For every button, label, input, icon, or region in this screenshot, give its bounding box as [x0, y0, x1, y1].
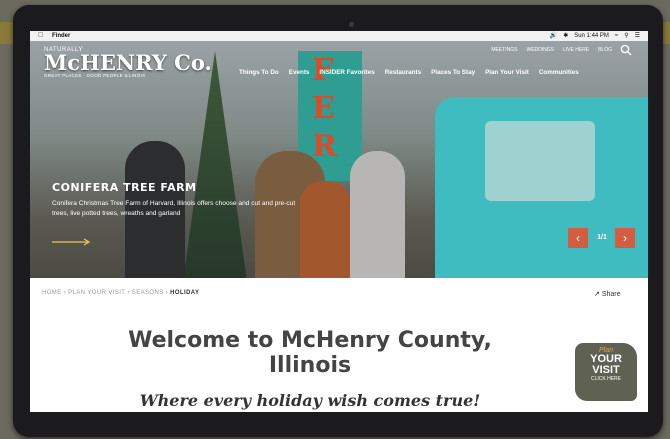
- search-icon[interactable]: [620, 44, 632, 56]
- utility-nav-meetings[interactable]: MEETINGS: [491, 47, 517, 53]
- nav-events[interactable]: Events: [289, 69, 310, 76]
- camera-dot: [349, 22, 354, 27]
- hero-description: Conifera Christmas Tree Farm of Harvard,…: [52, 200, 296, 217]
- background-bar-left: [0, 22, 14, 44]
- slider-counter: 1/1: [597, 234, 607, 241]
- menubar-status: 🔊 ✱ Sun 1:44 PM ≈ ⚲ ☰: [550, 31, 640, 41]
- nav-things-to-do[interactable]: Things To Do: [239, 69, 279, 76]
- page-title: Welcome to McHenry County, Illinois: [100, 328, 520, 378]
- mac-menubar:  Finder 🔊 ✱ Sun 1:44 PM ≈ ⚲ ☰: [30, 31, 648, 41]
- share-label: Share: [601, 291, 621, 298]
- badge-click-here: CLICK HERE: [590, 376, 621, 382]
- nav-restaurants[interactable]: Restaurants: [385, 69, 421, 76]
- slider-prev-button[interactable]: ‹: [568, 228, 588, 248]
- menubar-clock[interactable]: Sun 1:44 PM: [574, 31, 609, 41]
- plan-your-visit-badge[interactable]: Plan YOUR VISIT CLICK HERE: [575, 343, 637, 401]
- nav-communities[interactable]: Communities: [539, 69, 579, 76]
- logo-mchenry: McHENRY Co.: [44, 50, 212, 75]
- page-tagline: Where every holiday wish comes true!: [139, 391, 481, 410]
- nav-plan-your-visit[interactable]: Plan Your Visit: [485, 69, 529, 76]
- badge-visit: VISIT: [592, 364, 620, 376]
- apple-icon[interactable]: : [38, 31, 43, 41]
- hero-slider: F E R NATURALLY McHENRY Co. GREAT PLACES…: [30, 41, 648, 278]
- share-button[interactable]: ↗ Share: [594, 290, 621, 298]
- breadcrumb-trail[interactable]: HOME › PLAN YOUR VISIT › SEASONS ›: [42, 290, 170, 296]
- logo-tagline: GREAT PLACES · GOOD PEOPLE: [44, 73, 123, 78]
- share-icon: ↗: [594, 291, 600, 298]
- nav-insider-favorites[interactable]: INSIDER Favorites: [319, 69, 374, 76]
- page-title-line1: Welcome to McHenry County,: [128, 328, 492, 353]
- utility-nav-blog[interactable]: BLOG: [598, 47, 612, 53]
- menubar-app-name[interactable]: Finder: [52, 31, 70, 41]
- spotlight-icon[interactable]: ⚲: [624, 31, 628, 41]
- breadcrumb: HOME › PLAN YOUR VISIT › SEASONS › HOLID…: [42, 290, 199, 296]
- hero-person: [350, 151, 405, 278]
- menu-list-icon[interactable]: ☰: [635, 31, 640, 41]
- volume-icon[interactable]: 🔊: [550, 31, 557, 41]
- site-logo[interactable]: NATURALLY McHENRY Co. GREAT PLACES · GOO…: [44, 47, 212, 78]
- bluetooth-icon[interactable]: ✱: [563, 31, 568, 41]
- breadcrumb-current: HOLIDAY: [170, 290, 200, 296]
- logo-state: ILLINOIS: [124, 73, 146, 78]
- utility-nav: MEETINGS WEDDINGS LIVE HERE BLOG: [491, 47, 612, 53]
- utility-nav-live-here[interactable]: LIVE HERE: [563, 47, 589, 53]
- nav-places-to-stay[interactable]: Places To Stay: [431, 69, 475, 76]
- page-title-line2: Illinois: [268, 353, 352, 378]
- slider-next-button[interactable]: ›: [615, 228, 635, 248]
- hero-title: CONIFERA TREE FARM: [52, 181, 197, 194]
- hero-person: [300, 181, 350, 278]
- utility-nav-weddings[interactable]: WEDDINGS: [526, 47, 554, 53]
- wifi-icon[interactable]: ≈: [615, 31, 618, 41]
- arrow-right-icon[interactable]: [52, 238, 92, 246]
- browser-screen:  Finder 🔊 ✱ Sun 1:44 PM ≈ ⚲ ☰ F E R NAT…: [30, 31, 648, 412]
- hero-truck-window: [485, 121, 595, 201]
- main-nav: Things To Do Events INSIDER Favorites Re…: [239, 69, 579, 76]
